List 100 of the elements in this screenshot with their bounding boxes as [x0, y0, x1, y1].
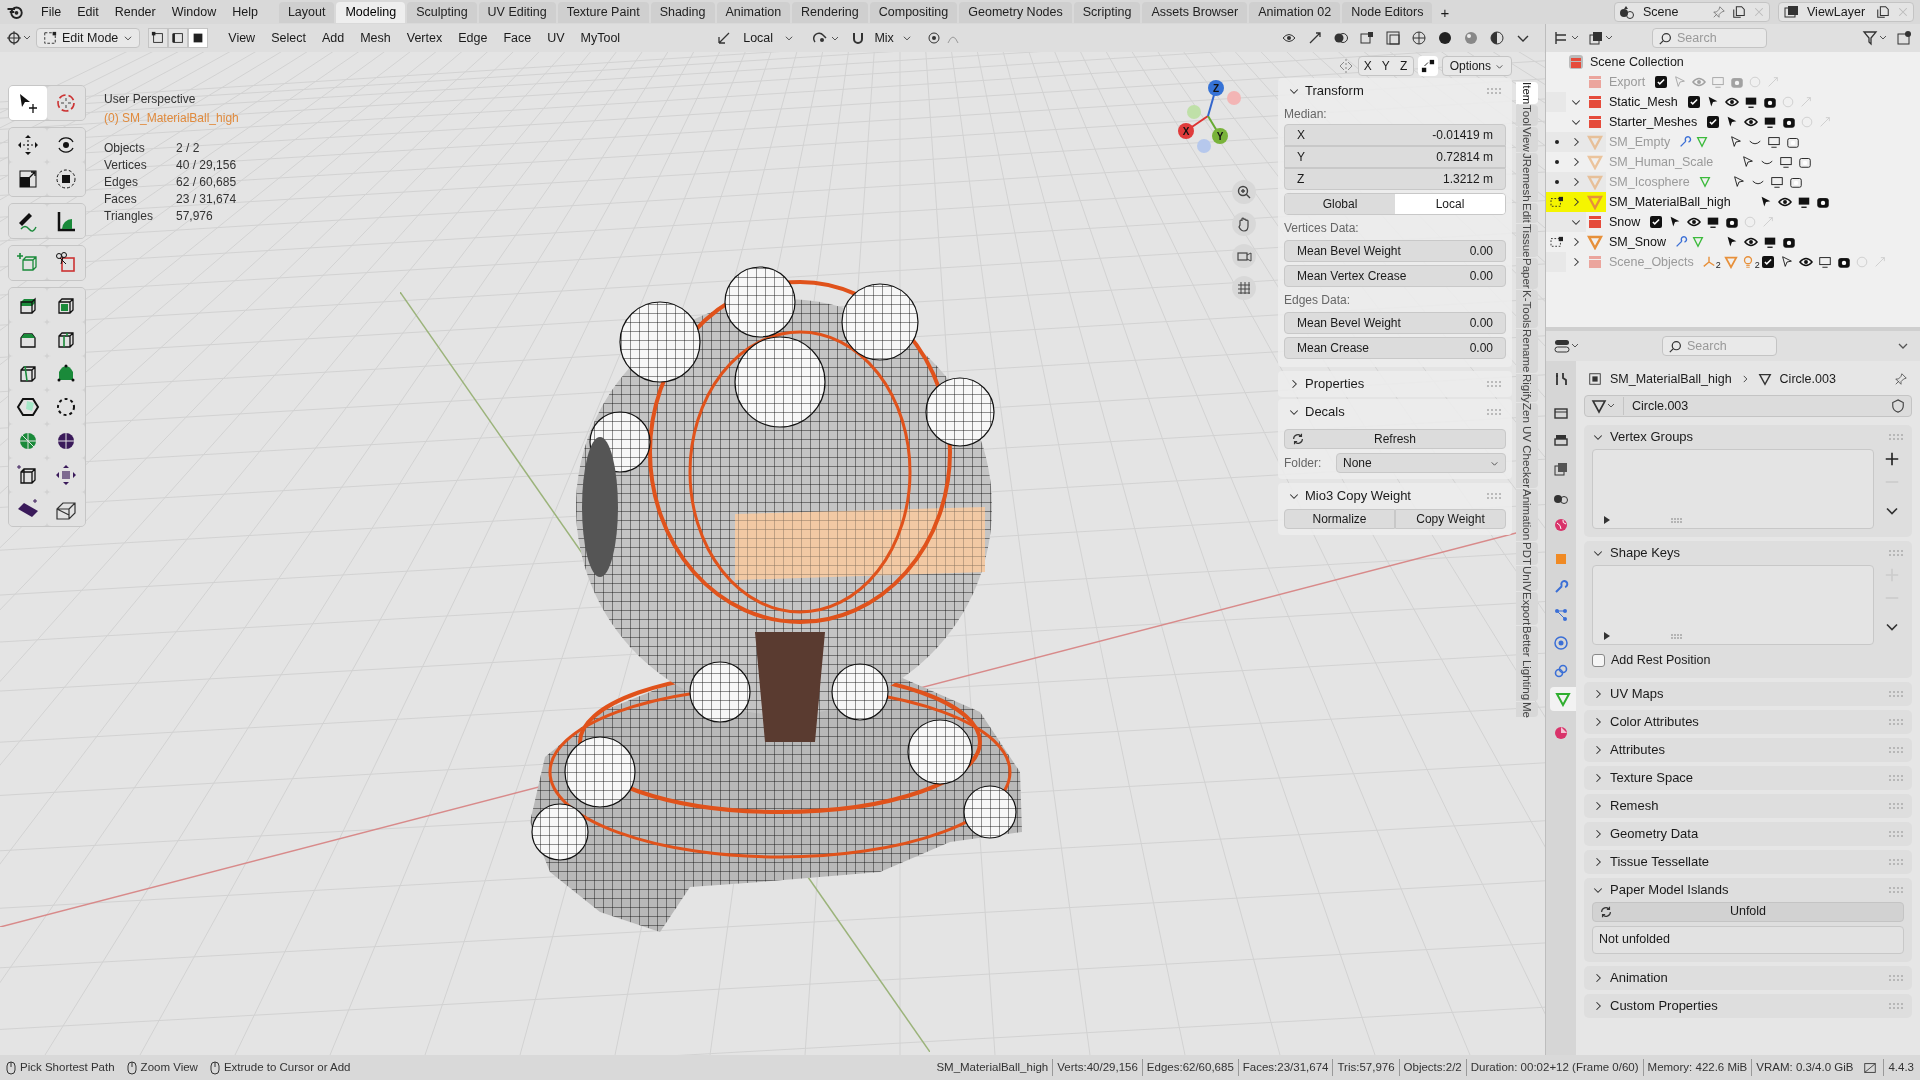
sidebar-tab[interactable]: Better Lighting [1516, 626, 1538, 701]
workspace-tab[interactable]: Modeling [336, 1, 406, 23]
axis-toggle[interactable]: X [1358, 57, 1377, 75]
orientation-dropdown[interactable]: Local [712, 28, 799, 48]
panel-header[interactable]: Decals [1284, 399, 1506, 425]
panel-header[interactable]: Vertex Groups [1592, 425, 1904, 449]
workspace-tab[interactable]: UV Editing [478, 1, 556, 23]
sidebar-tab[interactable]: Me [1516, 701, 1538, 718]
outliner-item[interactable]: Starter_Meshes [1609, 112, 1698, 132]
status-stat: Duration: 00:02+12 (Frame 0/60) [1465, 1058, 1643, 1077]
outliner-item[interactable]: Snow [1609, 212, 1641, 232]
axis-toggle[interactable]: Y [1376, 57, 1395, 75]
sidebar-tab[interactable]: JRemesh [1516, 153, 1538, 202]
number-field[interactable]: Mean Bevel Weight 0.00 [1284, 240, 1506, 262]
outliner-item[interactable]: SM_Snow [1609, 232, 1666, 252]
panel-header[interactable]: Geometry Data [1592, 821, 1904, 846]
panel-header[interactable]: Color Attributes [1592, 709, 1904, 734]
breadcrumb-item[interactable]: SM_MaterialBall_high [1610, 369, 1732, 389]
sidebar-tab[interactable]: PDT [1516, 541, 1538, 565]
panel-header[interactable]: Tissue Tessellate [1592, 849, 1904, 874]
sidebar-tab[interactable]: Paper [1516, 258, 1538, 289]
number-field[interactable]: Mean Vertex Crease 0.00 [1284, 265, 1506, 287]
unfold-button[interactable]: Unfold [1592, 901, 1904, 922]
workspace-tab[interactable]: Animation [716, 1, 791, 23]
menu-item[interactable]: Window [164, 2, 224, 22]
sidebar-tab[interactable]: Animation [1516, 489, 1538, 541]
sidebar-tab[interactable]: K-Tools [1516, 289, 1538, 329]
sidebar-tab[interactable]: Rigify [1516, 373, 1538, 403]
workspace-tab[interactable]: Rendering [792, 1, 868, 23]
number-field[interactable]: Z 1.3212 m [1284, 168, 1506, 190]
menu-item[interactable]: MyTool [572, 28, 629, 48]
menu-item[interactable]: View [220, 28, 264, 48]
panel-header[interactable]: Attributes [1592, 737, 1904, 762]
menu-item[interactable]: File [34, 2, 69, 22]
menu-item[interactable]: Vertex [398, 28, 451, 48]
stat-value: 57,976 [176, 208, 213, 224]
folder-dropdown[interactable]: None [1336, 453, 1506, 473]
sidebar-tab[interactable]: Edit [1516, 202, 1538, 223]
mesh-datablock-field[interactable]: Circle.003 [1584, 395, 1912, 417]
workspace-tab[interactable]: Texture Paint [557, 1, 649, 23]
refresh-button[interactable]: Refresh [1284, 429, 1506, 449]
menu-item[interactable]: Add [313, 28, 353, 48]
panel-header[interactable]: Texture Space [1592, 765, 1904, 790]
panel-header[interactable]: Shape Keys [1592, 541, 1904, 565]
add-workspace-button[interactable]: + [1434, 2, 1456, 22]
breadcrumb-item[interactable]: Circle.003 [1779, 369, 1836, 389]
menu-item[interactable]: Render [107, 2, 163, 22]
workspace-tab[interactable]: Geometry Nodes [959, 1, 1072, 23]
menu-item[interactable]: Edit [70, 2, 106, 22]
workspace-tab[interactable]: Compositing [869, 1, 958, 23]
workspace-tab[interactable]: Scripting [1073, 1, 1141, 23]
menu-item[interactable]: Mesh [352, 28, 399, 48]
panel-button[interactable]: Copy Weight [1395, 509, 1506, 529]
number-field[interactable]: Mean Bevel Weight 0.00 [1284, 312, 1506, 334]
panel-header[interactable]: Custom Properties [1592, 993, 1904, 1018]
panel-header[interactable]: Paper Model Islands [1592, 877, 1904, 902]
panel-header[interactable]: Remesh [1592, 793, 1904, 818]
sidebar-tab[interactable]: Rename [1516, 329, 1538, 373]
axis-toggle[interactable]: Z [1394, 57, 1413, 75]
panel-button[interactable]: Normalize [1284, 509, 1395, 529]
space-toggle[interactable]: Global [1285, 194, 1395, 214]
outliner-item[interactable]: SM_MaterialBall_high [1609, 192, 1731, 212]
stat-value: 62 / 60,685 [176, 174, 237, 190]
axis-label: X [1182, 126, 1190, 137]
workspace-tab[interactable]: Animation 02 [1249, 1, 1341, 23]
sidebar-tab[interactable]: View [1516, 127, 1538, 153]
menu-item[interactable]: Help [225, 2, 265, 22]
menu-item[interactable]: Select [263, 28, 314, 48]
outliner-item[interactable]: Scene Collection [1590, 52, 1684, 72]
view-layer-selector[interactable]: ViewLayer [1778, 2, 1914, 22]
workspace-tab[interactable]: Layout [278, 1, 335, 23]
workspace-tab[interactable]: Assets Browser [1142, 1, 1248, 23]
menu-item[interactable]: Face [495, 28, 540, 48]
outliner-item[interactable]: Static_Mesh [1609, 92, 1678, 112]
sidebar-tab[interactable]: Export [1516, 592, 1538, 626]
panel-header[interactable]: Mio3 Copy Weight [1284, 483, 1506, 509]
panel-header[interactable]: Transform [1284, 78, 1506, 104]
snap-dropdown[interactable]: Mix [846, 28, 917, 48]
space-toggle[interactable]: Local [1395, 194, 1505, 214]
number-field[interactable]: Y 0.72814 m [1284, 146, 1506, 168]
menu-item[interactable]: Edge [450, 28, 496, 48]
workspace-tab[interactable]: Node Editors [1342, 1, 1433, 23]
checkbox-label: Add Rest Position [1611, 652, 1711, 669]
number-field[interactable]: Mean Crease 0.00 [1284, 337, 1506, 359]
sidebar-tab[interactable]: Zen UV Checker [1516, 403, 1538, 489]
workspace-tab[interactable]: Shading [650, 1, 715, 23]
menu-item[interactable]: UV [539, 28, 573, 48]
number-field[interactable]: X -0.01419 m [1284, 124, 1506, 146]
mode-dropdown[interactable]: Edit Mode [36, 28, 141, 48]
sidebar-tab[interactable]: Item [1516, 82, 1538, 105]
workspace-tab[interactable]: Sculpting [407, 1, 477, 23]
sidebar-tab[interactable]: Tool [1516, 105, 1538, 127]
panel-header[interactable]: Properties [1284, 371, 1506, 397]
panel-header[interactable]: UV Maps [1592, 681, 1904, 706]
options-dropdown[interactable]: Options [1441, 56, 1512, 76]
sidebar-tab[interactable]: Tissue [1516, 223, 1538, 258]
status-stat: Memory: 422.6 MiB [1642, 1058, 1752, 1077]
scene-selector[interactable]: Scene [1614, 2, 1770, 22]
panel-header[interactable]: Animation [1592, 965, 1904, 990]
sidebar-tab[interactable]: UnIV [1516, 565, 1538, 592]
